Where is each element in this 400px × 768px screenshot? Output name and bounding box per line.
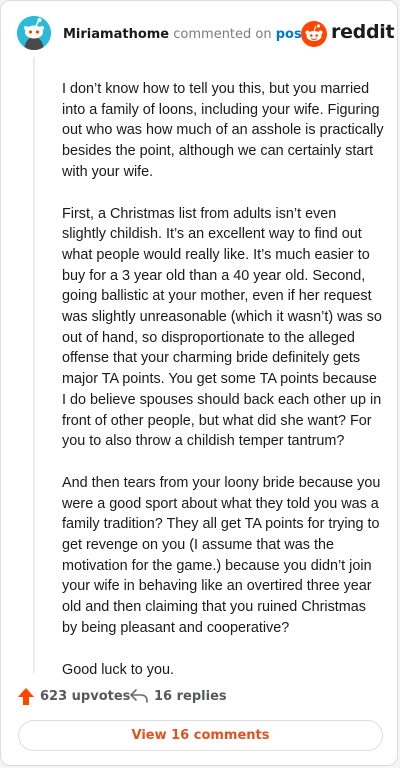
reddit-logo-icon [301, 21, 327, 47]
replies-count: 16 replies [154, 688, 227, 704]
reply-arrow-icon [130, 689, 148, 703]
comment-paragraph: I don’t know how to tell you this, but y… [62, 81, 384, 180]
username-link[interactable]: Miriamathome [63, 27, 169, 42]
comment-paragraph: Good luck to you. [62, 661, 174, 678]
replies-button[interactable]: 16 replies [130, 685, 227, 707]
reddit-wordmark: reddit [331, 21, 395, 43]
snoo-avatar-icon[interactable] [17, 16, 51, 50]
upvote-count: 623 upvotes [40, 688, 131, 704]
comment-header: Miriamathome commented on post reddit [17, 16, 395, 52]
comment-card: Miriamathome commented on post reddit I … [0, 0, 398, 766]
comment-paragraph: First, a Christmas list from adults isn’… [62, 205, 382, 450]
byline-action: commented on [173, 27, 272, 42]
view-comments-button[interactable]: View 16 comments [18, 720, 383, 751]
comment-body: I don’t know how to tell you this, but y… [62, 79, 384, 701]
thread-line[interactable] [33, 57, 35, 673]
reddit-logo[interactable]: reddit [301, 21, 395, 47]
byline: Miriamathome commented on post [63, 27, 308, 42]
comment-paragraph: And then tears from your loony bride bec… [62, 474, 381, 636]
upvote-arrow-icon [18, 687, 34, 705]
upvote-button[interactable]: 623 upvotes [18, 685, 130, 707]
comment-footer: 623 upvotes 16 replies [18, 685, 381, 707]
